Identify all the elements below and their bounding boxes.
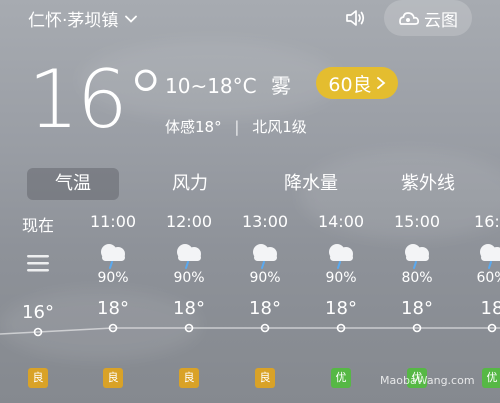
tab-precipitation[interactable]: 降水量 xyxy=(268,168,354,200)
aqi-level-badge: 良 xyxy=(255,368,275,388)
hour-time: 11:00 xyxy=(89,212,137,231)
watermark-text: MaobaWang.com xyxy=(380,374,475,387)
hour-column: 14:00 90% xyxy=(311,212,371,286)
aqi-level-badge: 良 xyxy=(103,368,123,388)
tab-wind[interactable]: 风力 xyxy=(150,168,230,200)
hour-time: 14:00 xyxy=(317,212,365,231)
precip-percent: 60% xyxy=(476,270,500,286)
chevron-down-icon xyxy=(125,15,138,23)
aqi-level-badge: 优 xyxy=(482,368,500,388)
cloud-map-button[interactable]: 云图 xyxy=(384,0,472,36)
range-text: 10~18°C xyxy=(165,74,257,98)
cloudy-rain-icon xyxy=(101,244,125,269)
weather-app: 仁怀·茅坝镇 云图 16° 10~18°C 雾 60良 体感18° | 北风1级… xyxy=(0,0,500,403)
chevron-right-icon xyxy=(376,77,385,89)
cloud-map-label: 云图 xyxy=(424,10,458,31)
hour-time: 现在 xyxy=(21,216,54,235)
cloudy-rain-icon xyxy=(329,244,353,269)
tab-uv[interactable]: 紫外线 xyxy=(385,168,471,200)
hour-column: 12:00 90% xyxy=(159,212,219,286)
condition-text: 雾 xyxy=(270,74,291,98)
metric-tabs: 气温 风力 降水量 紫外线 xyxy=(0,168,500,202)
aqi-level-badge: 良 xyxy=(28,368,48,388)
wind-text: 北风1级 xyxy=(252,118,307,136)
temperature-range: 10~18°C 雾 xyxy=(165,70,291,99)
hour-column: 13:00 90% xyxy=(235,212,295,286)
cloudy-rain-icon xyxy=(405,244,429,269)
location-label: 仁怀·茅坝镇 xyxy=(28,11,119,31)
precip-percent: 90% xyxy=(173,270,205,286)
aqi-level-badge: 优 xyxy=(331,368,351,388)
top-bar: 仁怀·茅坝镇 云图 xyxy=(0,0,500,36)
hour-time: 16:0 xyxy=(474,212,500,231)
aqi-level-badge: 良 xyxy=(179,368,199,388)
feels-like: 体感18° xyxy=(165,118,222,136)
hour-column: 16:0 60% xyxy=(462,212,500,286)
location-selector[interactable]: 仁怀·茅坝镇 xyxy=(28,6,138,31)
precip-percent: 90% xyxy=(249,270,281,286)
cloud-map-icon xyxy=(399,12,420,25)
hour-column: 现在 xyxy=(8,212,68,235)
hour-column: 11:00 90% xyxy=(83,212,143,286)
speaker-icon[interactable] xyxy=(343,6,367,30)
hour-time: 13:00 xyxy=(241,212,289,231)
aqi-badge[interactable]: 60良 xyxy=(316,67,398,99)
precip-percent: 90% xyxy=(97,270,129,286)
tab-temperature[interactable]: 气温 xyxy=(27,168,119,200)
current-temperature: 16° xyxy=(28,53,166,146)
cloudy-rain-icon xyxy=(253,244,277,269)
hour-column: 15:00 80% xyxy=(387,212,447,286)
feels-wind: 体感18° | 北风1级 xyxy=(165,116,307,137)
aqi-label: 60良 xyxy=(328,73,372,96)
cloudy-rain-icon xyxy=(480,244,500,269)
separator: | xyxy=(234,118,240,136)
hour-time: 15:00 xyxy=(393,212,441,231)
hour-time: 12:00 xyxy=(165,212,213,231)
temperature-curve xyxy=(0,323,500,337)
precip-percent: 90% xyxy=(325,270,357,286)
cloudy-rain-icon xyxy=(177,244,201,269)
menu-lines-icon xyxy=(27,255,49,272)
precip-percent: 80% xyxy=(401,270,433,286)
